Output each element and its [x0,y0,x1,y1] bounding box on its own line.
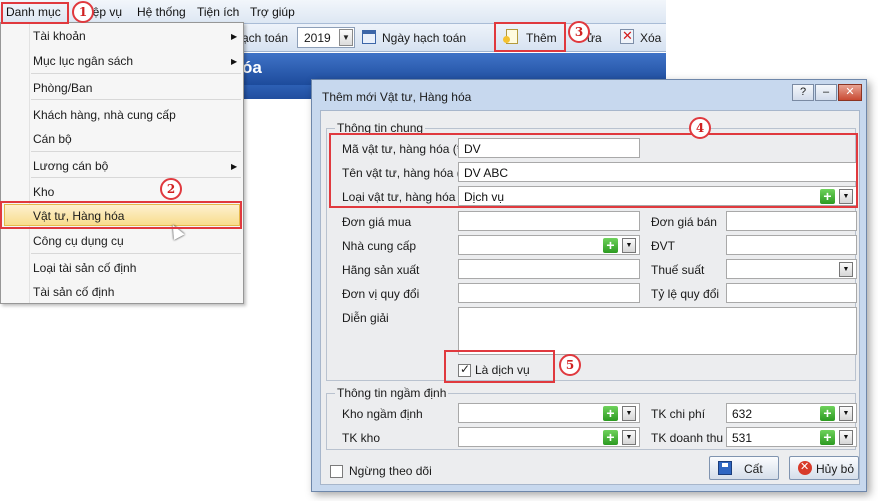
menu-separator [31,99,241,100]
submenu-arrow-icon: ▶ [231,162,238,171]
menu-item-cong-cu-dung-cu[interactable]: Công cụ dụng cụ [33,234,124,248]
chevron-down-icon[interactable]: ▼ [622,406,636,421]
dvt-label: ĐVT [651,239,675,253]
delete-label: Xóa [640,31,662,45]
year-select[interactable]: 2019 ▼ [297,27,355,48]
submenu-arrow-icon: ▶ [231,57,238,66]
cancel-icon [798,460,812,475]
menu-nghiep-vu[interactable]: iệp vụ [90,5,122,19]
ngay-hach-toan-label: Ngày hạch toán [382,31,467,45]
nha-cung-cap-label: Nhà cung cấp [342,239,417,253]
chevron-down-icon[interactable]: ▼ [622,430,636,445]
tk-doanh-thu-label: TK doanh thu [651,431,724,445]
callout-box-required-fields [329,133,858,208]
tk-kho-select[interactable]: + ▼ [458,427,640,447]
dien-giai-label: Diễn giải [342,311,389,325]
chevron-down-icon[interactable]: ▼ [339,29,353,46]
calendar-icon [362,30,376,44]
tk-doanh-thu-select[interactable]: 531 + ▼ [726,427,857,447]
delete-button[interactable]: Xóa [618,27,664,49]
save-icon [718,461,732,475]
chevron-down-icon[interactable]: ▼ [839,430,853,445]
menu-separator [31,253,241,254]
chevron-down-icon[interactable]: ▼ [622,238,636,253]
toolbar: ạch toán 2019 ▼ Ngày hạch toán Thêm ửa X… [240,24,666,52]
callout-box-la-dich-vu [444,350,555,383]
menu-item-phong-ban[interactable]: Phòng/Ban [33,81,92,95]
don-gia-mua-label: Đơn giá mua [342,215,412,229]
dvt-input[interactable] [726,235,857,255]
callout-badge-3: 3 [568,21,590,43]
hang-san-xuat-label: Hãng sản xuất [342,263,420,277]
menu-item-can-bo[interactable]: Cán bộ [33,132,72,146]
dien-giai-textarea[interactable] [458,307,857,355]
don-gia-ban-label: Đơn giá bán [651,215,717,229]
cancel-button[interactable]: Hủy bỏ [789,456,859,480]
kho-ngam-dinh-label: Kho ngầm định [342,407,423,421]
danh-muc-dropdown: Tài khoản ▶ Mục lục ngân sách ▶ Phòng/Ba… [0,22,244,304]
callout-box-vat-tu [0,201,242,229]
menu-separator [31,151,241,152]
menu-item-loai-tai-san-co-dinh[interactable]: Loại tài sản cố định [33,261,136,275]
tk-chi-phi-select[interactable]: 632 + ▼ [726,403,857,423]
save-label: Cất [744,462,763,476]
hang-san-xuat-input[interactable] [458,259,640,279]
callout-badge-1: 1 [72,1,94,23]
dialog-title: Thêm mới Vật tư, Hàng hóa [322,90,472,104]
plus-icon[interactable]: + [820,406,835,421]
menu-he-thong[interactable]: Hệ thống [137,5,186,19]
callout-badge-5: 5 [559,354,581,376]
callout-box-danh-muc [1,2,69,24]
menu-item-tai-san-co-dinh[interactable]: Tài sản cố định [33,285,114,299]
ngay-hach-toan-button[interactable]: Ngày hạch toán [362,27,474,49]
menu-item-muc-luc-ngan-sach[interactable]: Mục lục ngân sách [33,54,133,68]
year-value: 2019 [304,31,331,45]
menu-item-kho[interactable]: Kho [33,185,54,199]
menu-tien-ich[interactable]: Tiện ích [197,5,239,19]
menu-item-khach-hang[interactable]: Khách hàng, nhà cung cấp [33,108,176,122]
don-gia-ban-input[interactable] [726,211,857,231]
cancel-label: Hủy bỏ [816,462,855,476]
plus-icon[interactable]: + [603,238,618,253]
thue-suat-select[interactable]: ▼ [726,259,857,279]
plus-icon[interactable]: + [603,406,618,421]
don-vi-quy-doi-input[interactable] [458,283,640,303]
minimize-button[interactable]: – [815,84,837,101]
menu-tro-giup[interactable]: Trợ giúp [250,5,295,19]
callout-box-them [494,22,566,52]
tk-doanh-thu-value: 531 [732,431,753,445]
nha-cung-cap-select[interactable]: + ▼ [458,235,640,255]
callout-badge-2: 2 [160,178,182,200]
default-info-title: Thông tin ngầm định [335,386,449,400]
ngung-theo-doi-label: Ngừng theo dõi [349,464,432,478]
callout-badge-4: 4 [689,117,711,139]
tk-chi-phi-value: 632 [732,407,753,421]
tk-kho-label: TK kho [342,431,381,445]
menu-item-tai-khoan[interactable]: Tài khoản [33,29,86,43]
plus-icon[interactable]: + [820,430,835,445]
submenu-arrow-icon: ▶ [231,32,238,41]
form-title: óa [242,58,262,77]
ty-le-quy-doi-label: Tỷ lệ quy đổi [651,287,720,301]
menu-bar: Danh mục iệp vụ Hệ thống Tiện ích Trợ gi… [0,0,666,24]
chevron-down-icon[interactable]: ▼ [839,262,853,277]
year-label: ạch toán [242,31,289,45]
delete-icon [620,28,634,44]
thue-suat-label: Thuế suất [651,263,705,277]
kho-ngam-dinh-select[interactable]: + ▼ [458,403,640,423]
menu-item-luong-can-bo[interactable]: Lương cán bộ [33,159,108,173]
tk-chi-phi-label: TK chi phí [651,407,706,421]
chevron-down-icon[interactable]: ▼ [839,406,853,421]
ngung-theo-doi-checkbox[interactable] [330,465,343,478]
don-gia-mua-input[interactable] [458,211,640,231]
menu-separator [31,177,241,178]
help-button[interactable]: ? [792,84,814,101]
plus-icon[interactable]: + [603,430,618,445]
save-button[interactable]: Cất [709,456,779,480]
don-vi-quy-doi-label: Đơn vị quy đổi [342,287,420,301]
close-button[interactable]: ✕ [838,84,862,101]
menu-separator [31,73,241,74]
ty-le-quy-doi-input[interactable] [726,283,857,303]
